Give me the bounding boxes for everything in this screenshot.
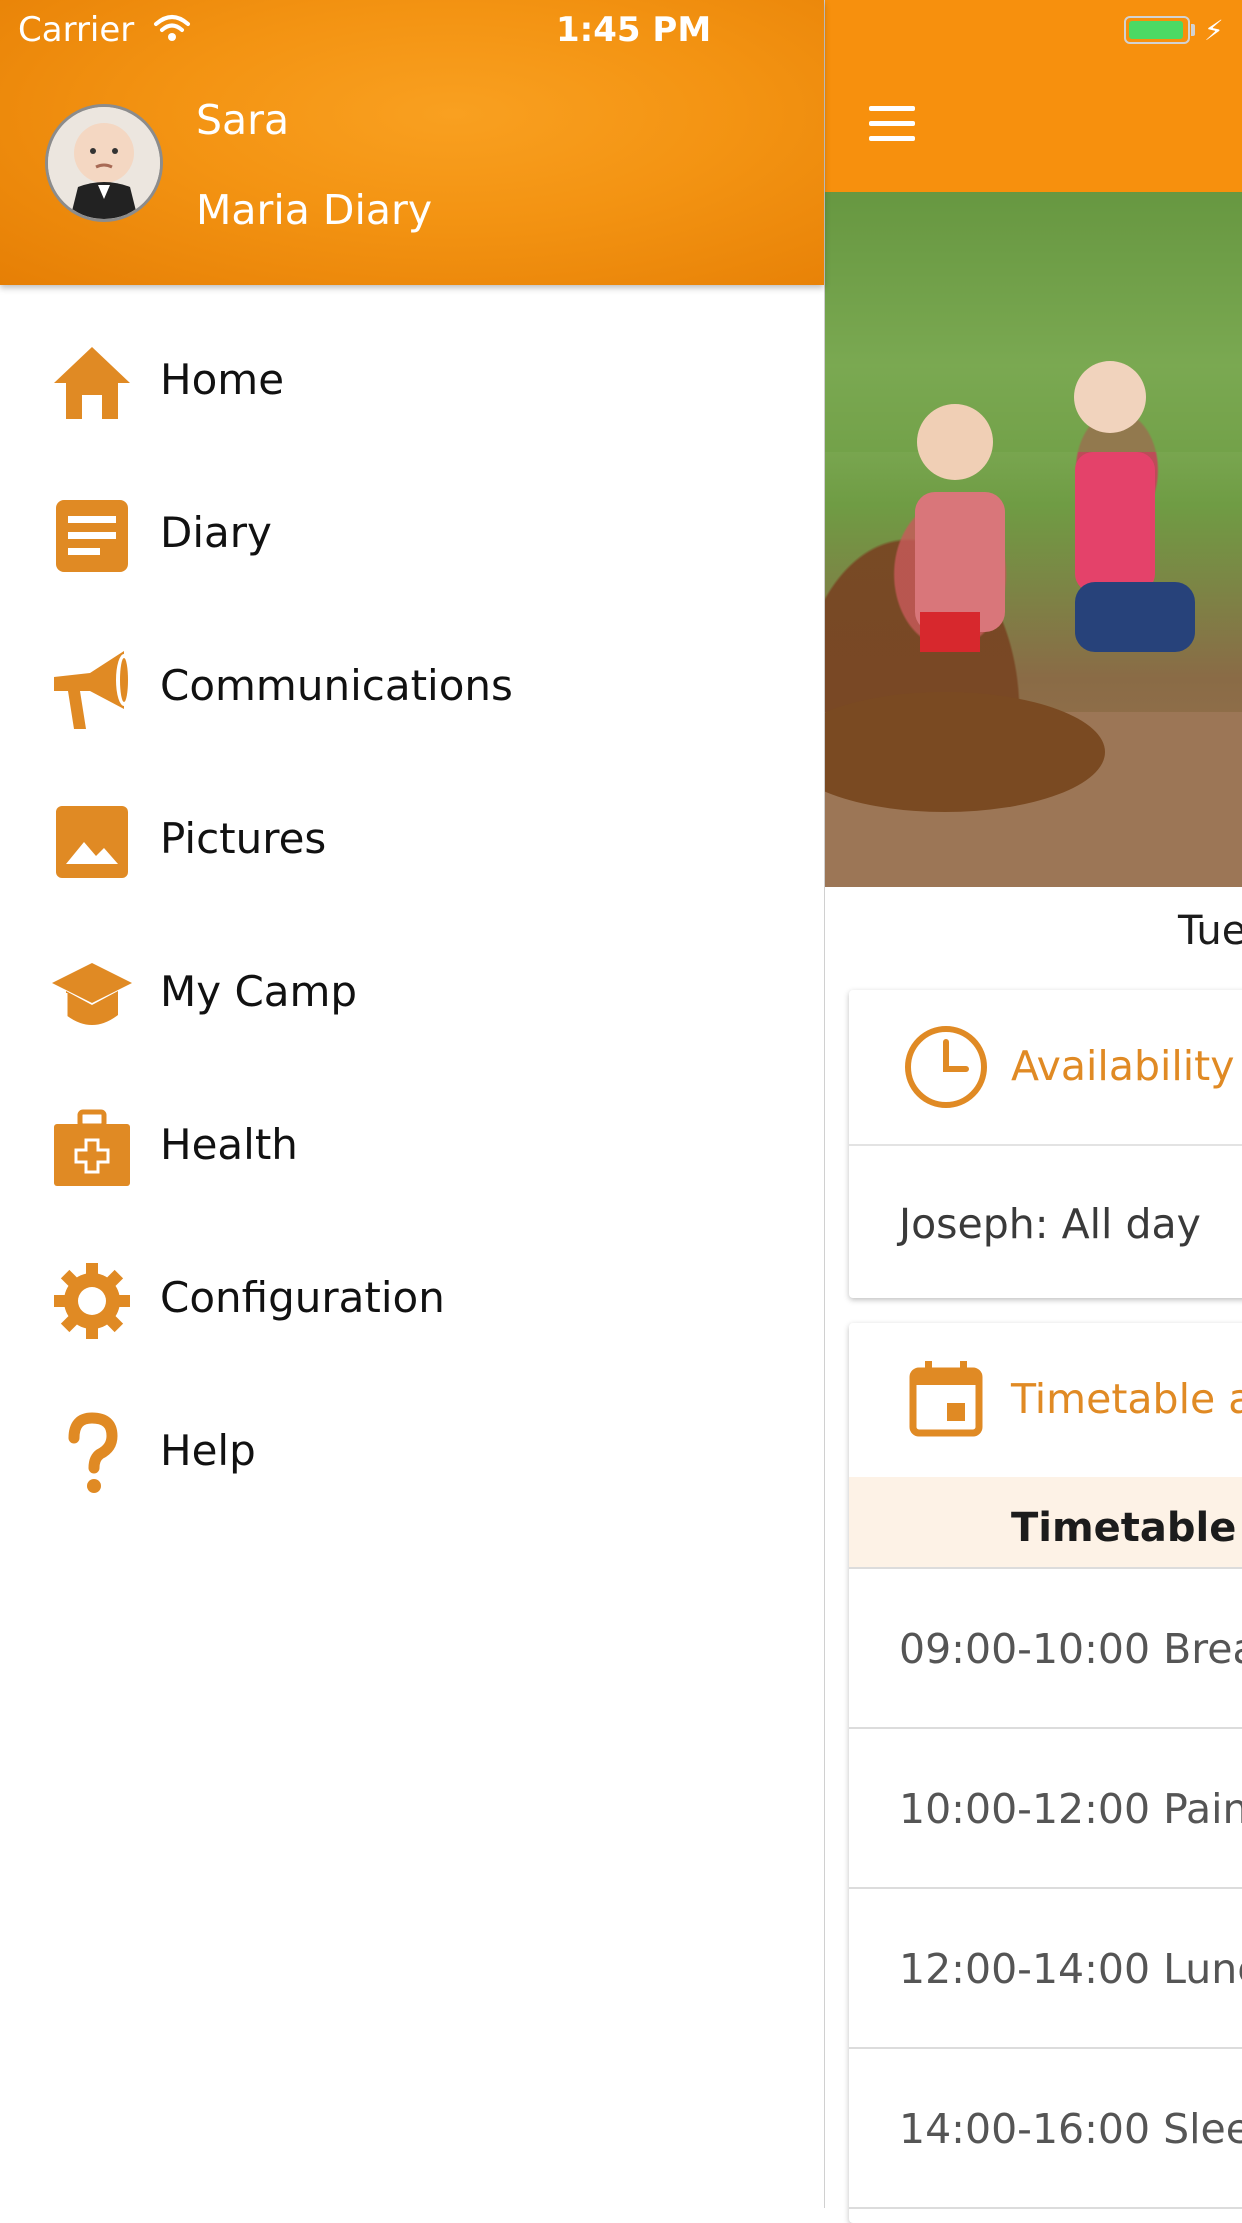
timetable-row-text: 09:00-10:00 Brea xyxy=(899,1625,1242,1673)
status-bar-right: ⚡ xyxy=(1120,14,1230,47)
children-photo xyxy=(785,192,1242,887)
timetable-card-header: Timetable a xyxy=(849,1323,1242,1479)
clock-icon xyxy=(905,1026,987,1108)
megaphone-icon xyxy=(54,651,132,729)
timetable-row: 12:00-14:00 Lunc xyxy=(849,1889,1242,2049)
timetable-row: 09:00-10:00 Brea xyxy=(849,1569,1242,1729)
avatar[interactable] xyxy=(45,104,163,222)
nav-item-configuration[interactable]: Configuration xyxy=(0,1223,824,1373)
timetable-card: Timetable a Timetable 09:00-10:00 Brea 1… xyxy=(849,1323,1242,2223)
nav-item-diary[interactable]: Diary xyxy=(0,458,824,608)
timetable-row-text: 12:00-14:00 Lunc xyxy=(899,1945,1242,1993)
timetable-row: 10:00-12:00 Paint xyxy=(849,1729,1242,1889)
camp-hero-image xyxy=(785,192,1242,887)
gear-icon xyxy=(54,1263,130,1339)
nav-item-communications[interactable]: Communications xyxy=(0,611,824,761)
nav-label: Diary xyxy=(160,508,272,557)
timetable-title: Timetable a xyxy=(1011,1375,1242,1423)
timetable-row: 14:00-16:00 Sleep xyxy=(849,2049,1242,2209)
timetable-header-label: Timetable xyxy=(1011,1505,1237,1551)
nav-item-pictures[interactable]: Pictures xyxy=(0,764,824,914)
nav-item-my-camp[interactable]: My Camp xyxy=(0,917,824,1067)
availability-card: Availability Joseph: All day xyxy=(849,990,1242,1298)
navigation-drawer: Carrier 1:45 PM Sara Maria Diary Home Di… xyxy=(0,0,825,2208)
nav-label: Communications xyxy=(160,661,513,710)
nav-item-home[interactable]: Home xyxy=(0,305,824,455)
availability-card-header: Availability xyxy=(849,990,1242,1146)
nav-label: Help xyxy=(160,1426,256,1475)
medical-kit-icon xyxy=(54,1109,130,1186)
user-name: Sara xyxy=(196,96,290,144)
availability-title: Availability xyxy=(1011,1042,1235,1090)
nav-label: Pictures xyxy=(160,814,327,863)
image-icon xyxy=(56,806,128,878)
graduation-cap-icon xyxy=(52,963,132,1025)
charging-icon: ⚡ xyxy=(1204,14,1224,47)
diary-name: Maria Diary xyxy=(196,186,433,234)
nav-label: Health xyxy=(160,1120,298,1169)
timetable-row-text: 14:00-16:00 Sleep xyxy=(899,2105,1242,2153)
nav-label: My Camp xyxy=(160,967,358,1016)
home-icon xyxy=(54,347,130,419)
baby-avatar-icon xyxy=(48,107,160,219)
timetable-row-text: 10:00-12:00 Paint xyxy=(899,1785,1242,1833)
timetable-column-header: Timetable xyxy=(849,1477,1242,1569)
carrier-label: Carrier xyxy=(18,10,135,50)
status-time: 1:45 PM xyxy=(556,10,712,50)
wifi-icon xyxy=(154,15,190,41)
drawer-header: Carrier 1:45 PM Sara Maria Diary xyxy=(0,0,824,285)
question-icon xyxy=(68,1412,118,1493)
nav-item-health[interactable]: Health xyxy=(0,1070,824,1220)
nav-label: Home xyxy=(160,355,285,404)
availability-entry: Joseph: All day xyxy=(899,1200,1201,1248)
nav-item-help[interactable]: Help xyxy=(0,1376,824,1526)
calendar-icon xyxy=(909,1361,983,1437)
diary-icon xyxy=(56,500,128,572)
date-label: Tue xyxy=(1178,908,1242,954)
battery-icon xyxy=(1124,16,1190,44)
nav-label: Configuration xyxy=(160,1273,445,1322)
hamburger-menu-button[interactable] xyxy=(869,104,917,144)
